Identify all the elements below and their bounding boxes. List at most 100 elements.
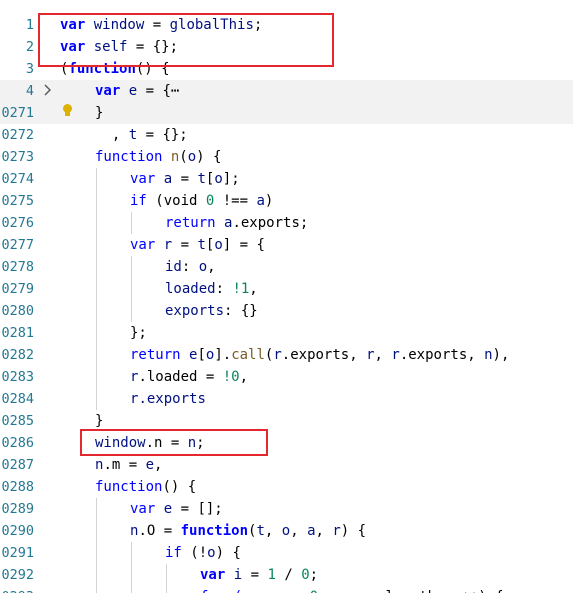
indent-guide — [166, 564, 167, 586]
code-token: r — [366, 347, 375, 363]
line-number: 0271 — [1, 105, 34, 121]
highlight-box-window-n — [80, 429, 268, 456]
line-number: 0291 — [1, 545, 34, 561]
code-text: } — [95, 102, 103, 124]
code-line[interactable]: 0281}; — [0, 322, 573, 344]
line-number: 3 — [25, 61, 34, 77]
code-token: : {} — [224, 303, 258, 319]
indent-guide — [131, 542, 132, 564]
code-line[interactable]: 0273 function n(o) { — [0, 146, 573, 168]
code-line[interactable]: 0283 r.loaded = !0, — [0, 366, 573, 388]
code-editor[interactable]: 1 var window = globalThis; 2 var self = {};… — [0, 0, 573, 593]
code-token: .length; — [377, 589, 453, 593]
code-text: n.O = function(t, o, a, r) { — [130, 520, 366, 542]
line-number: 0278 — [1, 259, 34, 275]
line-number: 0293 — [0, 586, 34, 593]
indent-guide — [96, 388, 97, 410]
code-token: }; — [130, 325, 147, 341]
code-token: o — [198, 259, 208, 275]
code-token: ++) { — [461, 589, 503, 593]
code-line[interactable]: 0280 exports: {} — [0, 300, 573, 322]
code-token: = — [172, 237, 198, 253]
code-token: o — [281, 523, 291, 539]
code-text: , t = {}; — [95, 124, 188, 146]
code-token: if — [130, 193, 156, 209]
code-token: var — [95, 83, 129, 99]
code-token: r — [391, 347, 400, 363]
code-line[interactable]: 0279 loaded: !1, — [0, 278, 573, 300]
code-token: a — [163, 171, 173, 187]
code-line[interactable]: 0274 var a = t[o]; — [0, 168, 573, 190]
lightbulb-icon[interactable] — [62, 104, 72, 118]
code-token: = — [172, 171, 198, 187]
code-token: 1 — [267, 567, 276, 583]
indent-guide — [96, 366, 97, 388]
code-token: a — [307, 523, 316, 539]
highlight-box-top — [38, 13, 334, 67]
line-number: 0292 — [1, 567, 34, 583]
code-token: ]; — [222, 171, 240, 187]
code-line[interactable]: 4 var e = {⋯ — [0, 80, 573, 102]
chevron-right-icon[interactable] — [43, 83, 55, 99]
code-token: 0 — [301, 567, 310, 583]
code-token: ; — [309, 567, 319, 583]
code-line[interactable]: 0272 , t = {}; — [0, 124, 573, 146]
code-token: o — [214, 171, 223, 187]
code-line[interactable]: 0277 var r = t[o] = { — [0, 234, 573, 256]
code-text: exports: {} — [165, 300, 258, 322]
code-token: !1 — [232, 281, 250, 297]
indent-guide — [131, 278, 132, 300]
indent-guide — [96, 168, 97, 190]
code-line[interactable]: 0275 if (void 0 !== a) — [0, 190, 573, 212]
line-number: 0285 — [1, 413, 34, 429]
indent-guide — [96, 278, 97, 300]
code-line[interactable]: 0282 return e[o].call(r.exports, r, r.exp… — [0, 344, 573, 366]
code-text: n.m = e, — [95, 454, 162, 476]
code-token: .m = — [103, 457, 146, 473]
indent-guide — [131, 212, 132, 234]
code-line[interactable]: 0293 for (var c = 0; c < e.length; c++) { — [0, 586, 573, 593]
code-line[interactable]: 0284 r.exports — [0, 388, 573, 410]
line-number: 0274 — [1, 171, 34, 187]
line-number: 0283 — [1, 369, 34, 385]
code-line[interactable]: 0289 var e = []; — [0, 498, 573, 520]
code-token: ) { — [215, 545, 241, 561]
code-line[interactable]: 0278 id: o, — [0, 256, 573, 278]
code-token: var — [130, 171, 164, 187]
code-token: function — [180, 523, 249, 539]
line-number: 0289 — [1, 501, 34, 517]
code-line[interactable]: 0271} — [0, 102, 573, 124]
code-line[interactable]: 0291 if (!o) { — [0, 542, 573, 564]
indent-guide — [96, 322, 97, 344]
code-token: return — [130, 347, 190, 363]
line-number: 0286 — [1, 435, 34, 451]
code-token: , — [239, 369, 249, 385]
code-token: < — [343, 589, 368, 593]
code-token: 0 — [310, 589, 318, 593]
code-token: , — [374, 347, 392, 363]
code-line[interactable]: 0276 return a.exports; — [0, 212, 573, 234]
code-text: var i = 1 / 0; — [200, 564, 318, 586]
code-token: i — [233, 567, 243, 583]
code-line[interactable]: 0288 function() { — [0, 476, 573, 498]
indent-guide — [96, 498, 97, 520]
indent-guide — [96, 300, 97, 322]
code-token: = — [284, 589, 309, 593]
indent-guide — [96, 542, 97, 564]
code-token: a — [256, 193, 265, 209]
code-token: r — [332, 523, 341, 539]
code-text: }; — [130, 322, 147, 344]
code-text: var a = t[o]; — [130, 168, 240, 190]
code-line[interactable]: 0292 var i = 1 / 0; — [0, 564, 573, 586]
code-line[interactable]: 0287 n.m = e, — [0, 454, 573, 476]
line-number: 0290 — [1, 523, 34, 539]
line-number: 4 — [25, 83, 34, 99]
code-token: n — [484, 347, 493, 363]
code-token: = — [242, 567, 268, 583]
code-line[interactable]: 0290 n.O = function(t, o, a, r) { — [0, 520, 573, 542]
indent-guide — [131, 256, 132, 278]
indent-guide — [96, 586, 97, 593]
line-number: 0276 — [1, 215, 34, 231]
code-token: : — [215, 281, 233, 297]
code-token: e — [369, 589, 377, 593]
